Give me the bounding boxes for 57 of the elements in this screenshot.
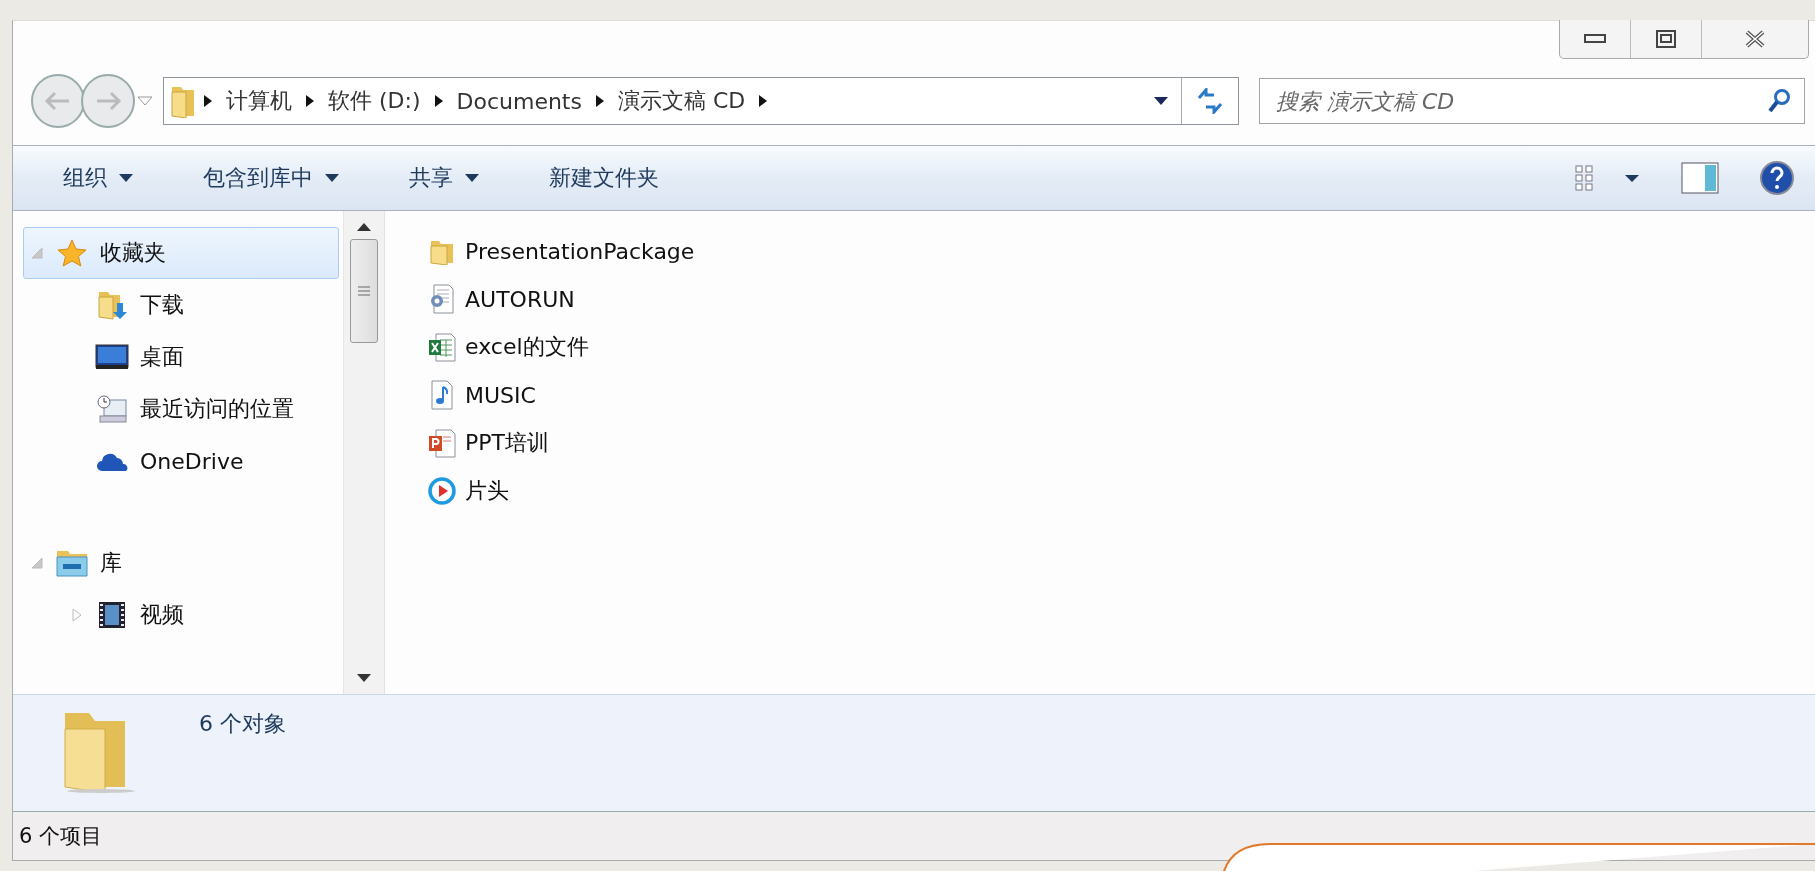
file-name[interactable]: PPT培训 <box>465 428 549 458</box>
navigation-item[interactable]: 桌面 <box>23 331 339 383</box>
breadcrumb[interactable]: 计算机 <box>226 86 292 116</box>
caret-icon[interactable] <box>119 174 133 182</box>
toolbar-menu[interactable]: 新建文件夹 <box>545 157 663 199</box>
play-icon <box>428 477 456 505</box>
folder-icon <box>170 84 196 118</box>
search-field[interactable]: 搜索 演示文稿 CD <box>1259 78 1805 124</box>
download-folder-icon <box>97 289 127 321</box>
toolbar-menu[interactable]: 共享 <box>405 157 483 199</box>
breadcrumb-arrow-icon[interactable] <box>759 95 768 107</box>
preview-pane-icon[interactable] <box>1681 162 1719 194</box>
breadcrumb[interactable]: 软件 (D:) <box>328 86 421 116</box>
file-name[interactable]: 片头 <box>465 476 509 506</box>
file-name[interactable]: MUSIC <box>465 382 536 408</box>
settings-file-icon <box>429 284 455 314</box>
desktop-icon <box>95 344 129 370</box>
file-name[interactable]: PresentationPackage <box>465 238 695 264</box>
file-name[interactable]: AUTORUN <box>465 286 575 312</box>
spreadsheet-file-icon <box>428 332 456 362</box>
breadcrumb[interactable]: 演示文稿 CD <box>617 86 746 116</box>
star-icon <box>57 239 87 267</box>
music-file-icon <box>429 380 455 410</box>
navigation-item[interactable]: 最近访问的位置 <box>23 383 339 435</box>
status-text: 6 个项目 <box>19 823 103 850</box>
film-icon <box>97 600 127 630</box>
breadcrumb-arrow-icon[interactable] <box>306 95 314 107</box>
recent-places-icon <box>96 394 128 424</box>
library-icon <box>55 548 89 578</box>
breadcrumb-arrow-icon[interactable] <box>204 95 212 107</box>
scroll-up-icon[interactable] <box>357 223 371 231</box>
navigation-item[interactable]: 库 <box>23 537 339 589</box>
navigation-item[interactable]: 收藏夹 <box>23 227 339 279</box>
breadcrumb-arrow-icon[interactable] <box>434 95 443 107</box>
presentation-file-icon <box>428 428 456 458</box>
close-icon[interactable] <box>1744 30 1766 48</box>
file-name[interactable]: excel的文件 <box>465 332 589 362</box>
caret-icon[interactable] <box>325 174 339 182</box>
search-icon[interactable] <box>1767 88 1791 114</box>
toolbar-menu[interactable]: 包含到库中 <box>199 157 343 199</box>
scroll-down-icon[interactable] <box>357 674 371 682</box>
history-dropdown-icon[interactable] <box>137 96 153 106</box>
dropdown-icon[interactable] <box>1154 97 1168 105</box>
help-icon[interactable] <box>1759 160 1795 196</box>
toolbar-menu[interactable]: 组织 <box>59 157 137 199</box>
scrollbar-thumb[interactable] <box>350 239 378 343</box>
details-summary: 6 个对象 <box>199 710 286 738</box>
refresh-icon[interactable] <box>1195 88 1225 114</box>
breadcrumb-arrow-icon[interactable] <box>595 95 604 107</box>
navigation-item[interactable]: 下载 <box>23 279 339 331</box>
navigation-item[interactable]: OneDrive <box>23 435 339 487</box>
view-options-icon[interactable] <box>1575 163 1641 193</box>
navigation-item[interactable]: 视频 <box>23 589 339 641</box>
maximize-icon[interactable] <box>1656 30 1676 48</box>
breadcrumb[interactable]: Documents <box>456 88 582 114</box>
caret-icon[interactable] <box>465 174 479 182</box>
minimize-icon[interactable] <box>1584 34 1606 44</box>
